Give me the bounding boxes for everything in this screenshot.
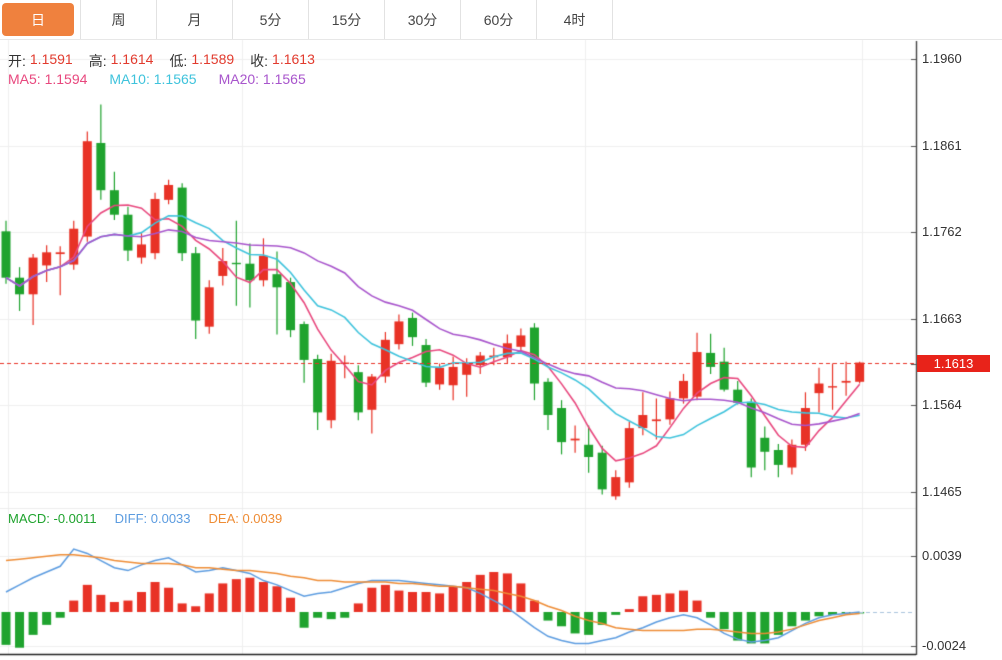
low-value: 1.1589: [191, 51, 234, 71]
high-label: 高:: [89, 51, 107, 71]
tab-60min[interactable]: 60分: [461, 0, 537, 39]
close-value: 1.1613: [272, 51, 315, 71]
macd-axis-tick-label: -0.0024: [922, 638, 966, 653]
ma10-legend-value: MA10: 1.1565: [109, 71, 196, 87]
dea-legend-value: DEA: 0.0039: [209, 511, 283, 526]
tab-week[interactable]: 周: [81, 0, 157, 39]
ma5-legend-value: MA5: 1.1594: [8, 71, 87, 87]
ohlc-legend: 开: 1.1591 高: 1.1614 低: 1.1589 收: 1.1613: [8, 51, 327, 71]
tab-month[interactable]: 月: [157, 0, 233, 39]
y-axis-tick-label: 1.1960: [922, 51, 962, 66]
tab-4hour[interactable]: 4时: [537, 0, 613, 39]
tab-30min[interactable]: 30分: [385, 0, 461, 39]
candlestick-macd-chart-canvas[interactable]: [0, 0, 1002, 660]
tab-5min[interactable]: 5分: [233, 0, 309, 39]
y-axis-tick-label: 1.1861: [922, 138, 962, 153]
y-axis-tick-label: 1.1663: [922, 311, 962, 326]
y-axis-tick-label: 1.1465: [922, 484, 962, 499]
macd-legend: MACD: -0.0011 DIFF: 0.0033 DEA: 0.0039: [8, 511, 282, 526]
macd-legend-value: MACD: -0.0011: [8, 511, 97, 526]
macd-axis-tick-label: 0.0039: [922, 548, 962, 563]
current-price-badge: 1.1613: [917, 355, 990, 372]
close-label: 收:: [250, 51, 268, 71]
ma20-legend-value: MA20: 1.1565: [219, 71, 306, 87]
y-axis-tick-label: 1.1762: [922, 224, 962, 239]
tab-15min[interactable]: 15分: [309, 0, 385, 39]
low-label: 低:: [169, 51, 187, 71]
timeframe-tabbar: 日 周 月 5分 15分 30分 60分 4时: [0, 0, 1002, 40]
diff-legend-value: DIFF: 0.0033: [115, 511, 191, 526]
open-label: 开:: [8, 51, 26, 71]
tab-day[interactable]: 日: [2, 3, 74, 36]
y-axis-tick-label: 1.1564: [922, 397, 962, 412]
high-value: 1.1614: [111, 51, 154, 71]
price-chart-app: 日 周 月 5分 15分 30分 60分 4时 开: 1.1591 高: 1.1…: [0, 0, 1002, 660]
open-value: 1.1591: [30, 51, 73, 71]
ma-legend: MA5: 1.1594 MA10: 1.1565 MA20: 1.1565: [8, 71, 306, 87]
